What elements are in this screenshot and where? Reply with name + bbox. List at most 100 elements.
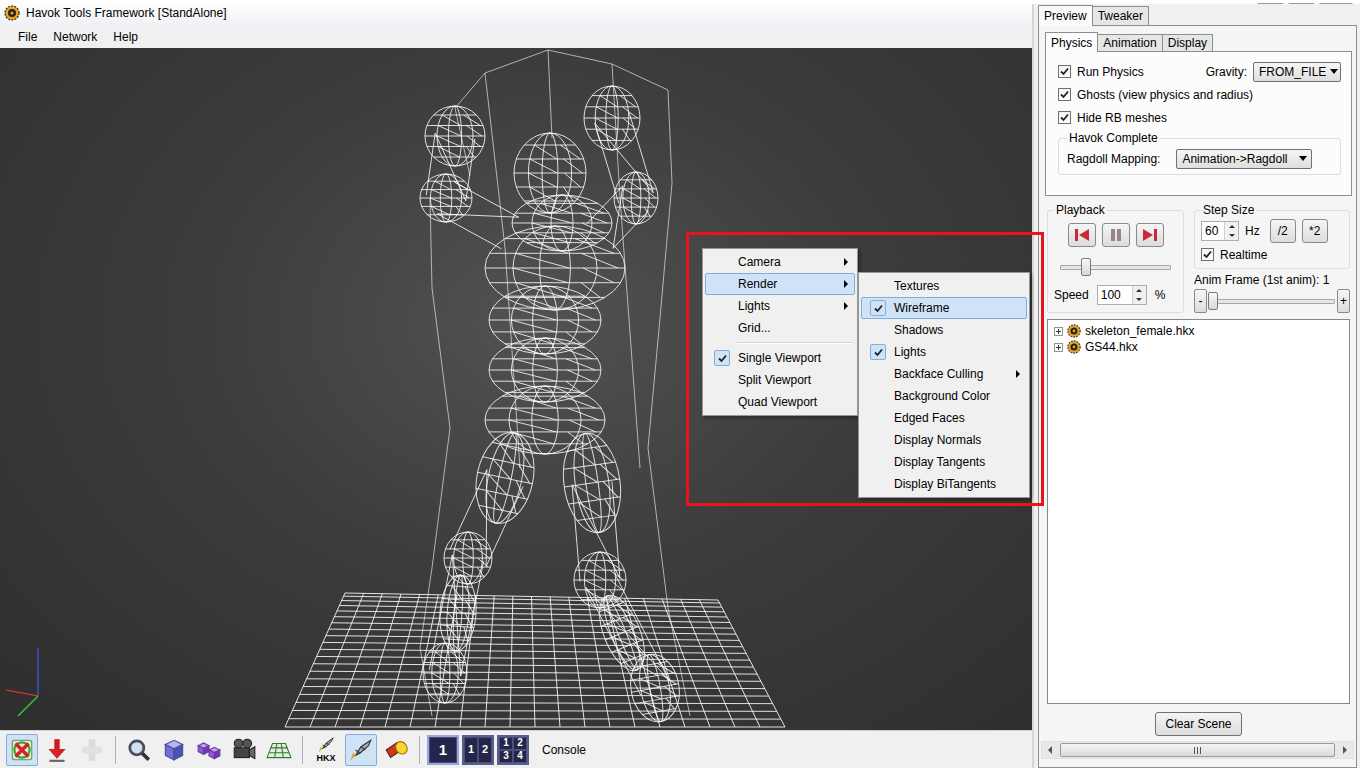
check-icon (870, 344, 886, 360)
render-menu-item[interactable]: Display BiTangents (861, 473, 1027, 495)
viewport-layout-button[interactable]: 1234 (497, 735, 529, 765)
menu-item-label: Split Viewport (738, 373, 848, 387)
toolbar-button[interactable] (193, 734, 225, 766)
sub-tab[interactable]: Animation (1097, 34, 1162, 51)
render-menu-item[interactable]: Display Tangents (861, 451, 1027, 473)
pause-icon (1106, 227, 1126, 243)
sub-tab[interactable]: Display (1162, 34, 1213, 51)
slider-track (1060, 265, 1171, 270)
slider-track (1209, 299, 1335, 304)
render-menu-item[interactable]: Display Normals (861, 429, 1027, 451)
speed-row: Speed100% (1054, 283, 1177, 306)
render-menu-item[interactable]: Shadows (861, 319, 1027, 341)
scroll-left-button[interactable] (1042, 742, 1058, 758)
checkbox-label: Hide RB meshes (1077, 111, 1167, 125)
toolbar-button[interactable] (158, 734, 190, 766)
checkbox[interactable] (1058, 65, 1071, 78)
expand-icon[interactable] (1054, 343, 1063, 352)
tree-item[interactable]: skeleton_female.hkx (1054, 323, 1343, 339)
checkbox-label: Run Physics (1077, 65, 1144, 79)
toolbar-button[interactable] (380, 734, 412, 766)
step-column: Step Size60Hz/2*2RealtimeAnim Frame (1st… (1194, 203, 1350, 313)
submenu-arrow-icon (844, 302, 848, 310)
checkbox[interactable] (1201, 248, 1214, 261)
viewport-layout-button[interactable]: 1 (427, 735, 459, 765)
preview-page: PhysicsAnimationDisplayRun PhysicsGravit… (1038, 25, 1357, 768)
render-menu-item[interactable]: Edged Faces (861, 407, 1027, 429)
tree-item[interactable]: GS44.hkx (1054, 339, 1343, 355)
render-menu-item[interactable]: Lights (861, 341, 1027, 363)
context-menu-item[interactable]: Lights (705, 295, 855, 317)
context-menu-item[interactable]: Grid... (705, 317, 855, 339)
bottom-toolbar: HKX 1121234 Console (0, 730, 1032, 768)
step-input[interactable]: 60 (1201, 221, 1239, 241)
slider-thumb[interactable] (1208, 292, 1218, 310)
axis-gizmo-icon (6, 648, 38, 716)
scroll-right-button[interactable] (1337, 742, 1353, 758)
step-button[interactable]: *2 (1302, 219, 1328, 243)
context-menu-item[interactable]: Quad Viewport (705, 391, 855, 413)
toolbar-button[interactable] (6, 734, 38, 766)
playback-buttons (1054, 219, 1177, 247)
menu-item-label: Lights (738, 299, 844, 313)
speed-input[interactable]: 100 (1097, 285, 1147, 305)
group-title: Step Size (1201, 203, 1256, 217)
playback-button[interactable] (1068, 223, 1096, 247)
context-menu-item[interactable]: Single Viewport (705, 347, 855, 369)
ragdoll-figure (420, 50, 690, 726)
anim-frame-slider[interactable] (1209, 291, 1335, 311)
flashlight-icon (383, 737, 409, 763)
minus-button[interactable]: - (1194, 289, 1207, 313)
gravity-dropdown[interactable]: FROM_FILE (1253, 62, 1341, 82)
menu-item[interactable]: Network (45, 28, 105, 46)
magnifier-icon (126, 737, 152, 763)
spin-arrows[interactable] (1224, 222, 1238, 240)
panel-tab[interactable]: Preview (1038, 5, 1093, 26)
menu-item[interactable]: File (10, 28, 45, 46)
sub-tab[interactable]: Physics (1045, 32, 1098, 52)
grip-icon (1194, 747, 1201, 754)
toolbar-button[interactable] (41, 734, 73, 766)
toolbar-button[interactable] (228, 734, 260, 766)
context-menu-item[interactable]: Render (705, 273, 855, 295)
plus-button[interactable]: + (1337, 289, 1350, 313)
render-menu-item[interactable]: Background Color (861, 385, 1027, 407)
toolbar-button[interactable]: HKX (310, 734, 342, 766)
playback-area: PlaybackSpeed100%Step Size60Hz/2*2Realti… (1045, 203, 1352, 313)
slider-thumb[interactable] (1081, 258, 1091, 276)
horizontal-scrollbar[interactable] (1041, 741, 1354, 759)
render-menu-item[interactable]: Wireframe (861, 297, 1027, 319)
context-menu-item[interactable]: Camera (705, 251, 855, 273)
checkbox[interactable] (1058, 111, 1071, 124)
tool-label: HKX (316, 754, 335, 763)
dropdown-value: Animation->Ragdoll (1182, 152, 1295, 166)
viewport-layout-button[interactable]: 12 (462, 735, 494, 765)
clear-scene-button[interactable]: Clear Scene (1155, 712, 1241, 736)
playback-button[interactable] (1136, 223, 1164, 247)
checkmark-icon (1059, 89, 1070, 100)
toolbar-button[interactable] (123, 734, 155, 766)
scroll-thumb[interactable] (1060, 743, 1335, 757)
check-icon (870, 300, 886, 316)
playback-button[interactable] (1102, 223, 1130, 247)
menu-separator (737, 342, 853, 344)
panel-tab[interactable]: Tweaker (1092, 6, 1149, 25)
checkbox[interactable] (1058, 88, 1071, 101)
context-menu-item[interactable]: Split Viewport (705, 369, 855, 391)
toolbar-button[interactable] (76, 734, 108, 766)
context-menu: CameraRender Lights Grid... Single Viewport… (702, 248, 858, 416)
toolbar-button[interactable] (345, 734, 377, 766)
playback-slider[interactable] (1060, 257, 1171, 277)
menu-item[interactable]: Help (105, 28, 146, 46)
render-menu-item[interactable]: Textures (861, 275, 1027, 297)
step-button[interactable]: /2 (1270, 219, 1296, 243)
menu-gutter (862, 344, 894, 360)
realtime-row: Realtime (1201, 243, 1343, 266)
spin-arrows[interactable] (1132, 286, 1146, 304)
expand-icon[interactable] (1054, 327, 1063, 336)
ragdoll-mapping-dropdown[interactable]: Animation->Ragdoll (1176, 149, 1312, 169)
toolbar-button[interactable] (263, 734, 295, 766)
grid-icon (266, 737, 292, 763)
render-menu-item[interactable]: Backface Culling (861, 363, 1027, 385)
console-button[interactable]: Console (540, 741, 588, 759)
